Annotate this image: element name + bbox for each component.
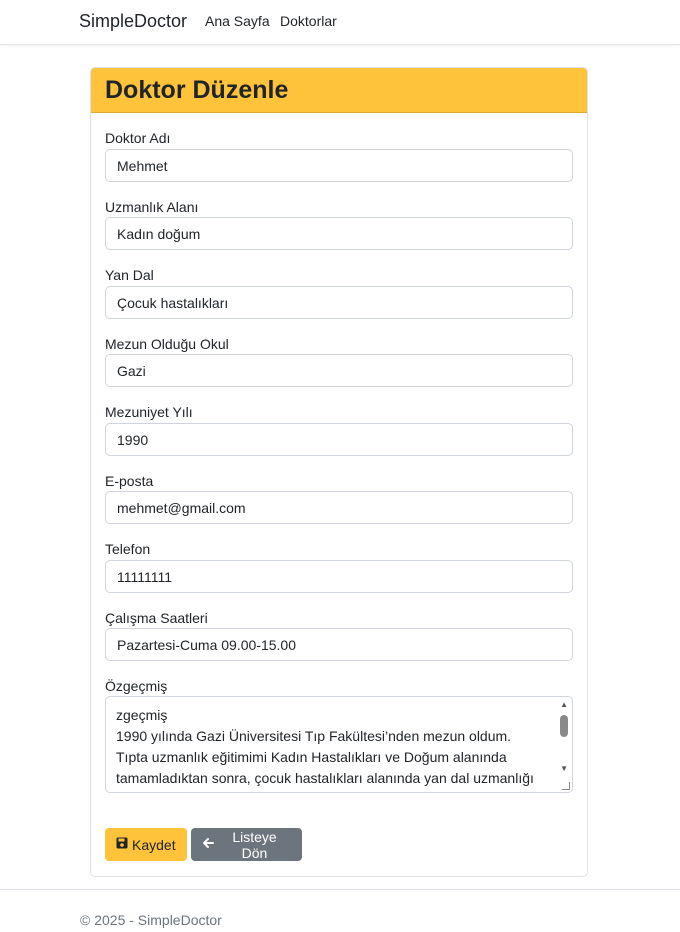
graduation-year-label: Mezuniyet Yılı bbox=[105, 404, 193, 420]
scroll-up-icon[interactable]: ▲ bbox=[560, 701, 568, 709]
footer-copyright: © 2025 - SimpleDoctor bbox=[80, 912, 222, 928]
navbar: SimpleDoctor Ana Sayfa Doktorlar bbox=[0, 0, 680, 45]
subspecialty-label: Yan Dal bbox=[105, 267, 154, 283]
school-input[interactable] bbox=[105, 354, 573, 387]
back-to-list-button[interactable]: Listeye Dön bbox=[191, 828, 302, 861]
scroll-thumb[interactable] bbox=[560, 715, 568, 737]
graduation-year-input[interactable] bbox=[105, 423, 573, 456]
arrow-left-icon bbox=[202, 837, 214, 852]
bio-textarea[interactable]: zgeçmiş 1990 yılında Gazi Üniversitesi T… bbox=[105, 696, 573, 793]
school-label: Mezun Olduğu Okul bbox=[105, 336, 229, 352]
bio-label: Özgeçmiş bbox=[105, 678, 168, 694]
phone-input[interactable] bbox=[105, 560, 573, 593]
bio-scrollbar[interactable]: ▲ ▼ bbox=[556, 697, 572, 792]
working-hours-input[interactable] bbox=[105, 628, 573, 661]
save-button[interactable]: Kaydet bbox=[105, 828, 187, 861]
footer-divider bbox=[0, 889, 680, 890]
working-hours-label: Çalışma Saatleri bbox=[105, 610, 208, 626]
nav-link-doctors[interactable]: Doktorlar bbox=[280, 13, 337, 29]
back-button-label: Listeye Dön bbox=[232, 828, 277, 861]
subspecialty-input[interactable] bbox=[105, 286, 573, 319]
card-header: Doktor Düzenle bbox=[91, 68, 587, 113]
edit-doctor-card: Doktor Düzenle Doktor Adı Uzmanlık Alanı… bbox=[90, 67, 588, 877]
email-label: E-posta bbox=[105, 473, 154, 489]
brand-link[interactable]: SimpleDoctor bbox=[79, 11, 187, 32]
specialty-input[interactable] bbox=[105, 217, 573, 250]
phone-label: Telefon bbox=[105, 541, 151, 557]
email-input[interactable] bbox=[105, 491, 573, 524]
scroll-down-icon[interactable]: ▼ bbox=[560, 765, 568, 773]
doctor-name-input[interactable] bbox=[105, 149, 573, 182]
nav-link-home[interactable]: Ana Sayfa bbox=[205, 13, 270, 29]
page-title: Doktor Düzenle bbox=[105, 76, 289, 104]
bio-text[interactable]: zgeçmiş 1990 yılında Gazi Üniversitesi T… bbox=[116, 705, 546, 789]
doctor-name-label: Doktor Adı bbox=[105, 130, 171, 146]
floppy-disk-icon bbox=[116, 837, 128, 852]
specialty-label: Uzmanlık Alanı bbox=[105, 199, 199, 215]
save-button-label: Kaydet bbox=[132, 836, 176, 853]
resize-grip-icon[interactable] bbox=[562, 782, 570, 790]
